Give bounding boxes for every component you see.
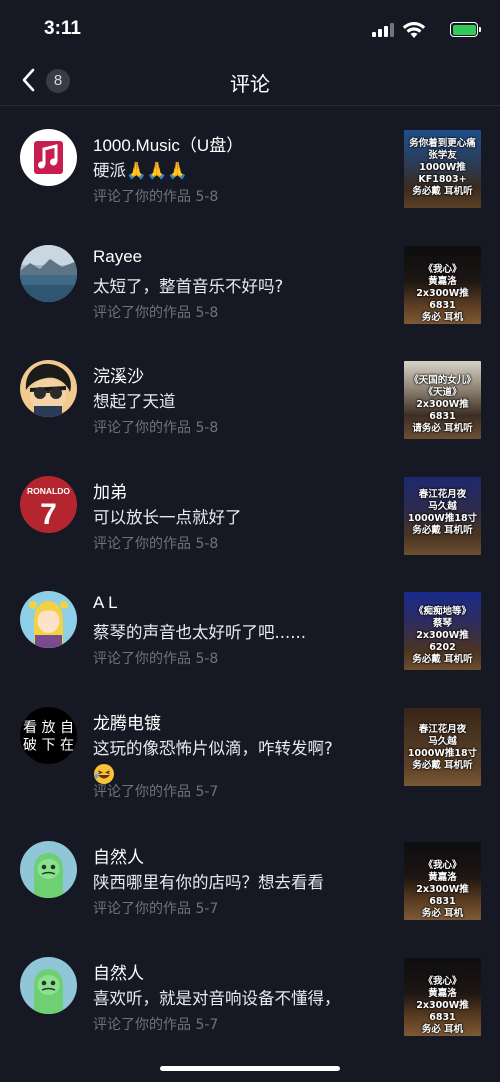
comment-item[interactable]: Rayee 太短了，整首音乐不好吗? 评论了你的作品 5-8 《我心》 黄嘉洛 …	[0, 223, 500, 339]
thumbnail-caption: 《痴痴地等》 蔡琴 2x300W推6202 务必戴 耳机听	[412, 606, 473, 666]
user-name[interactable]: 浣溪沙	[93, 362, 144, 387]
video-thumbnail[interactable]: 《我心》 黄嘉洛 2x300W推6831 务必 耳机	[404, 245, 481, 324]
avatar-calligraphy: 看 放 自破 下 在	[23, 720, 74, 754]
comment-item[interactable]: 1000.Music（U盘） 硬派🙏🙏🙏 评论了你的作品 5-8 务你着到更心痛…	[0, 107, 500, 223]
comment-text: 这玩的像恐怖片似滴，咋转发啊?	[93, 738, 333, 758]
thumbnail-caption: 《我心》 黄嘉洛 2x300W推6831 务必 耳机	[416, 263, 469, 323]
avatar[interactable]	[20, 360, 77, 418]
comment-meta: 评论了你的作品 5-8	[93, 304, 219, 321]
video-thumbnail[interactable]: 《痴痴地等》 蔡琴 2x300W推6202 务必戴 耳机听	[404, 592, 481, 671]
comment-text: 想起了天道	[93, 392, 176, 412]
avatar[interactable]	[20, 244, 77, 302]
comment-text: 太短了，整首音乐不好吗?	[93, 276, 284, 296]
comment-text: 喜欢听，就是对音响设备不懂得，	[93, 988, 341, 1008]
avatar[interactable]	[20, 591, 77, 649]
thumbnail-caption: 春江花月夜 马久越 1000W推18寸 务必戴 耳机听	[407, 488, 478, 536]
status-icons	[358, 20, 481, 42]
status-bar: 3:11	[0, 0, 500, 56]
thumbnail-caption: 春江花月夜 马久越 1000W推18寸 务必戴 耳机听	[407, 723, 478, 771]
comment-meta: 评论了你的作品 5-8	[93, 420, 219, 437]
video-thumbnail[interactable]: 春江花月夜 马久越 1000W推18寸 务必戴 耳机听	[404, 707, 481, 786]
comment-meta: 评论了你的作品 5-7	[93, 1016, 219, 1033]
avatar[interactable]	[20, 840, 77, 898]
avatar-jersey-name: RONALDO	[27, 486, 70, 496]
signal-icon	[372, 23, 394, 37]
page-title: 评论	[230, 72, 270, 96]
avatar[interactable]: RONALDO 7	[20, 475, 77, 533]
comment-item[interactable]: RONALDO 7 加弟 可以放长一点就好了 评论了你的作品 5-8 春江花月夜…	[0, 454, 500, 570]
comment-meta: 评论了你的作品 5-7	[93, 900, 219, 917]
comment-text: 硬派🙏🙏🙏	[93, 161, 188, 180]
user-name[interactable]: 龙腾电镀	[93, 709, 161, 734]
nav-bar: 8 评论	[0, 56, 500, 106]
avatar[interactable]	[20, 129, 77, 186]
user-name[interactable]: 自然人	[93, 843, 144, 868]
comment-meta: 评论了你的作品 5-7	[93, 783, 219, 800]
user-name[interactable]: 1000.Music（U盘）	[93, 131, 243, 156]
video-thumbnail[interactable]: 务你着到更心痛 张学友 1000W推KF1803+ 务必戴 耳机听	[404, 130, 481, 208]
comment-meta: 评论了你的作品 5-8	[93, 535, 219, 552]
comment-text: 陕西哪里有你的店吗？想去看看	[93, 872, 324, 892]
comment-text: 可以放长一点就好了	[93, 507, 242, 527]
user-name[interactable]: A L	[93, 593, 118, 613]
comment-text: 蔡琴的声音也太好听了吧......	[93, 623, 306, 643]
comment-meta: 评论了你的作品 5-8	[93, 189, 219, 205]
comment-meta: 评论了你的作品 5-8	[93, 651, 219, 668]
wifi-icon	[402, 22, 426, 38]
video-thumbnail[interactable]: 《我心》 黄嘉洛 2x300W推6831 务必 耳机	[404, 841, 481, 920]
thumbnail-caption: 《我心》 黄嘉洛 2x300W推6831 务必 耳机	[416, 975, 469, 1035]
battery-charging-icon	[450, 22, 481, 37]
comment-item[interactable]: A L 蔡琴的声音也太好听了吧...... 评论了你的作品 5-8 《痴痴地等》…	[0, 569, 500, 685]
comment-item[interactable]: 看 放 自破 下 在 龙腾电镀 这玩的像恐怖片似滴，咋转发啊? 评论了你的作品 …	[0, 685, 500, 819]
video-thumbnail[interactable]: 《我心》 黄嘉洛 2x300W推6831 务必 耳机	[404, 957, 481, 1036]
thumbnail-caption: 《天国的女儿》 《天道》 2x300W推6831 请务必 耳机听	[409, 375, 476, 435]
video-thumbnail[interactable]: 春江花月夜 马久越 1000W推18寸 务必戴 耳机听	[404, 476, 481, 555]
user-name[interactable]: 自然人	[93, 959, 144, 984]
home-indicator[interactable]	[160, 1066, 340, 1071]
user-name[interactable]: Rayee	[93, 247, 142, 267]
comment-item[interactable]: 浣溪沙 想起了天道 评论了你的作品 5-8 《天国的女儿》 《天道》 2x300…	[0, 338, 500, 454]
status-time: 3:11	[44, 18, 81, 39]
video-thumbnail[interactable]: 《天国的女儿》 《天道》 2x300W推6831 请务必 耳机听	[404, 361, 481, 440]
user-name[interactable]: 加弟	[93, 478, 127, 503]
avatar[interactable]: 看 放 自破 下 在	[20, 706, 77, 764]
comment-list: 1000.Music（U盘） 硬派🙏🙏🙏 评论了你的作品 5-8 务你着到更心痛…	[0, 107, 500, 1050]
avatar-jersey-number: 7	[40, 498, 57, 531]
thumbnail-caption: 务你着到更心痛 张学友 1000W推KF1803+ 务必戴 耳机听	[409, 138, 476, 197]
comment-item[interactable]: 自然人 喜欢听，就是对音响设备不懂得， 评论了你的作品 5-7 《我心》 黄嘉洛…	[0, 935, 500, 1051]
comment-item[interactable]: 自然人 陕西哪里有你的店吗？想去看看 评论了你的作品 5-7 《我心》 黄嘉洛 …	[0, 819, 500, 935]
avatar[interactable]	[20, 956, 77, 1014]
thumbnail-caption: 《我心》 黄嘉洛 2x300W推6831 务必 耳机	[416, 859, 469, 919]
